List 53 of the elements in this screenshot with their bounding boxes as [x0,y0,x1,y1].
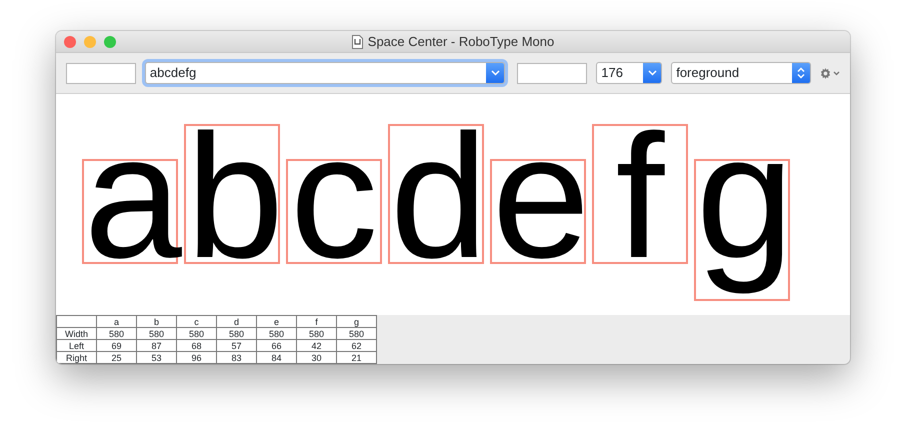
column-header: c [176,316,216,328]
glyph: f [592,124,688,264]
table-cell: 66 [256,340,296,352]
table-cell: 83 [216,352,256,364]
table-cell: 69 [96,340,136,352]
column-header: b [136,316,176,328]
gear-menu-button[interactable] [820,68,840,78]
glyph: e [490,159,586,264]
table-cell: 96 [176,352,216,364]
text-combo-box[interactable]: abcdefg [144,62,506,84]
table-cell: 580 [176,328,216,340]
table-cell: 57 [216,340,256,352]
close-button[interactable] [64,36,76,48]
row-header: Right [56,352,96,364]
row-header: Width [56,328,96,340]
table-cell: 580 [256,328,296,340]
glyph: b [184,124,280,264]
table-cell: 53 [136,352,176,364]
minimize-button[interactable] [84,36,96,48]
glyph: d [388,124,484,264]
input-field[interactable] [66,62,136,84]
zoom-button[interactable] [104,36,116,48]
column-header: d [216,316,256,328]
layer-popup[interactable]: foreground [671,62,811,84]
window-title: Space Center - RoboType Mono [368,32,554,51]
table-cell: 25 [96,352,136,364]
glyph: c [286,159,382,264]
caret-icon [833,70,840,76]
table-cell: 87 [136,340,176,352]
input-field[interactable] [517,62,588,84]
table-cell: 580 [96,328,136,340]
column-header: g [336,316,376,328]
table-cell: 580 [136,328,176,340]
table-cell: 580 [296,328,336,340]
column-header: a [96,316,136,328]
size-combo-box[interactable]: 176 [596,62,662,84]
table-cell: 580 [336,328,376,340]
table-cell: 580 [216,328,256,340]
row-header: Left [56,340,96,352]
chevron-down-icon [490,70,500,76]
table-cell: 68 [176,340,216,352]
gear-icon [820,68,831,78]
table-cell: 62 [336,340,376,352]
table-cell: 84 [256,352,296,364]
column-header: f [296,316,336,328]
glyph: g [694,159,790,301]
document-icon [352,34,363,48]
column-header: e [256,316,296,328]
chevron-down-icon [648,70,657,76]
table-cell: 21 [336,352,376,364]
table-cell: 42 [296,340,336,352]
table-cell: 30 [296,352,336,364]
up-down-icon [797,67,805,79]
